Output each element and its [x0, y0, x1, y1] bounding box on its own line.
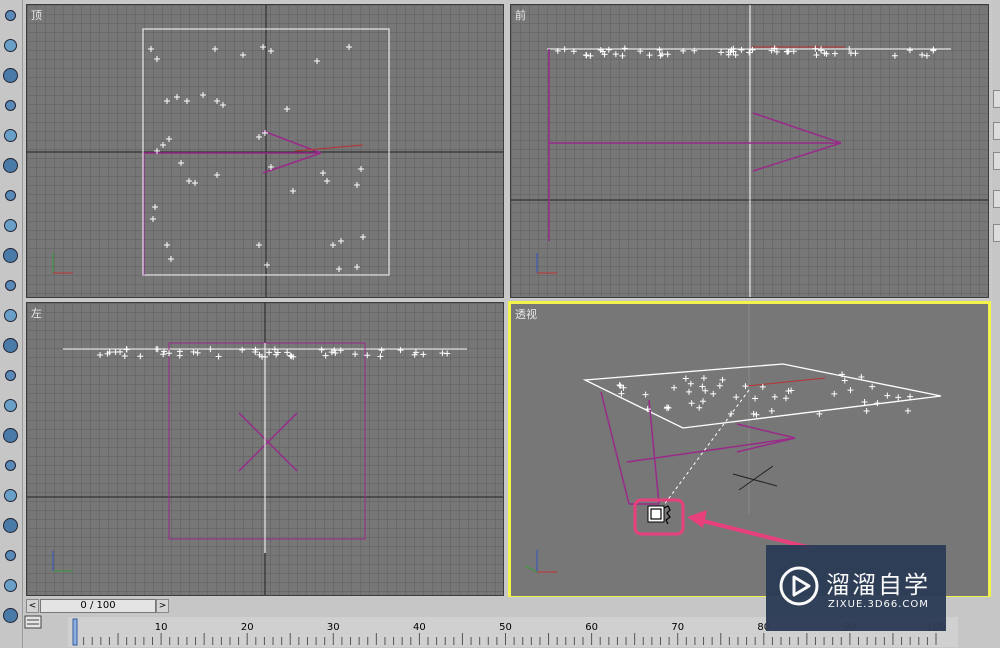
track-tick-label: 30	[327, 622, 340, 633]
track-tick-label: 70	[671, 622, 684, 633]
wand-icon[interactable]	[1, 246, 20, 265]
figure-icon[interactable]	[1, 456, 20, 475]
panel-button[interactable]	[993, 90, 1000, 108]
cube-icon[interactable]	[1, 486, 20, 505]
axis-gizmo	[536, 253, 557, 274]
panel-button[interactable]	[993, 224, 1000, 242]
star-icon[interactable]	[1, 156, 20, 175]
current-frame-marker[interactable]	[72, 618, 78, 646]
torus-icon[interactable]	[1, 216, 20, 235]
viewport-label-perspective[interactable]: 透视	[515, 306, 537, 322]
watermark-brand-url: ZIXUE.3D66.COM	[828, 599, 929, 610]
track-tick-label: 50	[499, 622, 512, 633]
watermark-brand-cn: 溜溜自学	[826, 571, 930, 599]
cone-icon[interactable]	[1, 126, 20, 145]
next-frame-button[interactable]: >	[156, 599, 169, 613]
viewport-label-left[interactable]: 左	[31, 305, 42, 321]
left-view-scene	[27, 303, 503, 595]
emitter-icon[interactable]	[647, 505, 671, 525]
panel-button[interactable]	[993, 190, 1000, 208]
viewport-front[interactable]: 前	[510, 4, 989, 298]
link-icon[interactable]	[1, 606, 20, 625]
panel-button[interactable]	[993, 122, 1000, 140]
axis-gizmo	[524, 550, 557, 573]
bend-icon[interactable]	[1, 276, 20, 295]
callout-arrow	[687, 510, 812, 550]
viewport-left[interactable]: 左	[26, 302, 504, 596]
sphere-icon[interactable]	[1, 96, 20, 115]
drill-icon[interactable]	[1, 516, 20, 535]
spring-icon[interactable]	[1, 336, 20, 355]
prev-frame-button[interactable]: <	[26, 599, 39, 613]
left-toolbar	[0, 0, 23, 648]
track-tick-label: 40	[413, 622, 426, 633]
wave-icon[interactable]	[1, 396, 20, 415]
top-view-scene	[27, 5, 503, 297]
viewport-label-front[interactable]: 前	[515, 7, 526, 23]
axis-gizmo	[52, 551, 73, 572]
cylinder-icon[interactable]	[1, 66, 20, 85]
play-logo-icon	[779, 566, 819, 606]
track-tick-label: 20	[241, 622, 254, 633]
gear-icon[interactable]	[1, 306, 20, 325]
hook-icon[interactable]	[1, 426, 20, 445]
viewport-label-top[interactable]: 顶	[31, 7, 42, 23]
watermark-logo: 溜溜自学 ZIXUE.3D66.COM	[766, 545, 946, 631]
time-slider[interactable]: 0 / 100	[40, 599, 156, 613]
front-view-scene	[511, 5, 988, 297]
box-icon[interactable]	[1, 36, 20, 55]
spray-icon[interactable]	[1, 546, 20, 565]
teapot-icon[interactable]	[1, 6, 20, 25]
bomb-icon[interactable]	[1, 576, 20, 595]
panel-button[interactable]	[993, 152, 1000, 170]
axis-gizmo	[52, 253, 73, 274]
track-tick-label: 60	[585, 622, 598, 633]
track-tick-label: 10	[155, 622, 168, 633]
viewport-top[interactable]: 顶	[26, 4, 504, 298]
right-panel-strip	[992, 0, 1000, 598]
checker-icon[interactable]	[1, 186, 20, 205]
wind-icon[interactable]	[1, 366, 20, 385]
